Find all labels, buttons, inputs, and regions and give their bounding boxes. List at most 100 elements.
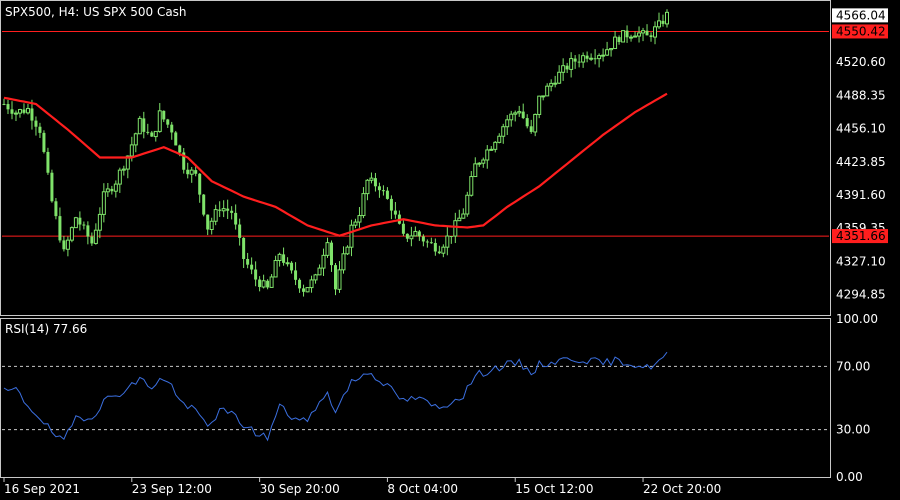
candle-body bbox=[385, 190, 389, 199]
candle-body bbox=[573, 58, 577, 62]
candle-body bbox=[305, 287, 310, 293]
candle-body bbox=[213, 209, 218, 222]
candle-body bbox=[321, 254, 326, 269]
candle-body bbox=[282, 254, 286, 263]
candle-body bbox=[365, 179, 370, 195]
candle-body bbox=[493, 141, 498, 150]
candle-body bbox=[549, 82, 554, 87]
candle-body bbox=[34, 120, 38, 127]
candle-body bbox=[221, 208, 226, 212]
candle-body bbox=[597, 55, 602, 60]
candle-body bbox=[633, 35, 638, 38]
candle-body bbox=[218, 209, 222, 211]
candle-body bbox=[6, 104, 10, 110]
rsi-title: RSI(14) 77.66 bbox=[5, 322, 87, 336]
candle-body bbox=[465, 194, 470, 215]
candle-body bbox=[242, 237, 246, 259]
candle-body bbox=[533, 113, 538, 133]
candle-body bbox=[349, 224, 354, 248]
candle-body bbox=[313, 274, 318, 281]
rsi-panel[interactable] bbox=[2, 351, 829, 442]
candle-body bbox=[521, 111, 525, 119]
candle-body bbox=[665, 11, 669, 25]
candle-body bbox=[294, 270, 298, 280]
candle-body bbox=[389, 198, 393, 211]
candle-body bbox=[525, 118, 529, 127]
candle-body bbox=[617, 37, 621, 42]
candle-body bbox=[334, 265, 337, 290]
candle-body bbox=[325, 242, 330, 256]
candle-body bbox=[473, 163, 478, 178]
candle-body bbox=[653, 26, 658, 38]
candle-body bbox=[433, 242, 437, 252]
candle-body bbox=[605, 49, 610, 56]
candle-body bbox=[137, 117, 142, 135]
candle-body bbox=[553, 82, 558, 85]
candle-body bbox=[209, 220, 214, 231]
candle-body bbox=[357, 215, 362, 223]
candle-body bbox=[461, 213, 466, 219]
candle-body bbox=[46, 151, 50, 173]
candle-body bbox=[246, 258, 250, 265]
price-tick-label: 4391.60 bbox=[836, 188, 886, 202]
candle-body bbox=[373, 178, 377, 187]
candle-body bbox=[409, 235, 414, 240]
candle-body bbox=[174, 132, 178, 146]
candle-body bbox=[189, 169, 194, 175]
candle-body bbox=[290, 262, 294, 271]
candle-body bbox=[42, 132, 46, 152]
candle-body bbox=[146, 131, 150, 133]
candle-body bbox=[601, 54, 606, 57]
candle-body bbox=[545, 85, 550, 97]
candle-body bbox=[157, 110, 162, 132]
time-tick-label: 23 Sep 12:00 bbox=[132, 482, 212, 496]
candle-body bbox=[25, 107, 30, 114]
candle-body bbox=[393, 210, 397, 215]
candle-body bbox=[330, 242, 334, 266]
candle-body bbox=[58, 216, 62, 241]
time-tick-label: 22 Oct 20:00 bbox=[643, 482, 721, 496]
price-tick-label: 4456.10 bbox=[836, 122, 886, 136]
candle-body bbox=[298, 279, 302, 289]
candle-body bbox=[557, 71, 562, 84]
candle-body bbox=[230, 210, 234, 213]
candle-body bbox=[637, 32, 642, 37]
price-tick-label: 4423.85 bbox=[836, 155, 886, 169]
candle-body bbox=[2, 103, 6, 105]
level-price-label: 4351.66 bbox=[836, 229, 886, 243]
candle-body bbox=[17, 109, 22, 114]
candle-body bbox=[97, 213, 102, 231]
rsi-tick-label: 0.00 bbox=[836, 470, 863, 484]
candle-body bbox=[649, 35, 653, 38]
level-price-label: 4550.42 bbox=[836, 24, 886, 38]
candle-body bbox=[457, 217, 462, 222]
candle-body bbox=[194, 170, 198, 174]
candle-body bbox=[309, 279, 314, 289]
candle-body bbox=[117, 169, 122, 185]
candle-body bbox=[22, 109, 26, 113]
candle-body bbox=[629, 36, 634, 39]
candle-body bbox=[153, 130, 158, 138]
candle-body bbox=[269, 276, 274, 288]
candle-body bbox=[485, 149, 490, 161]
candle-body bbox=[166, 119, 170, 125]
candle-body bbox=[505, 119, 510, 128]
candle-body bbox=[345, 246, 350, 255]
rsi-panel-frame bbox=[0, 318, 831, 478]
candle-body bbox=[69, 227, 74, 241]
candle-body bbox=[78, 217, 82, 225]
candle-body bbox=[337, 269, 342, 290]
rsi-line bbox=[3, 351, 668, 442]
price-tick-label: 4488.35 bbox=[836, 88, 886, 102]
candle-body bbox=[529, 126, 533, 132]
rsi-tick-label: 30.00 bbox=[836, 423, 870, 437]
candle-body bbox=[641, 30, 646, 34]
candle-body bbox=[113, 183, 118, 192]
candle-body bbox=[38, 126, 42, 133]
candle-body bbox=[613, 36, 618, 50]
price-tick-label: 4520.60 bbox=[836, 55, 886, 69]
candle-body bbox=[30, 108, 34, 121]
chart-title: SPX500, H4: US SPX 500 Cash bbox=[5, 5, 187, 19]
price-panel[interactable] bbox=[2, 9, 829, 297]
trading-chart[interactable]: 4566.04 4520.60 4488.35 4456.10 4423.85 4391.… bbox=[0, 0, 900, 500]
